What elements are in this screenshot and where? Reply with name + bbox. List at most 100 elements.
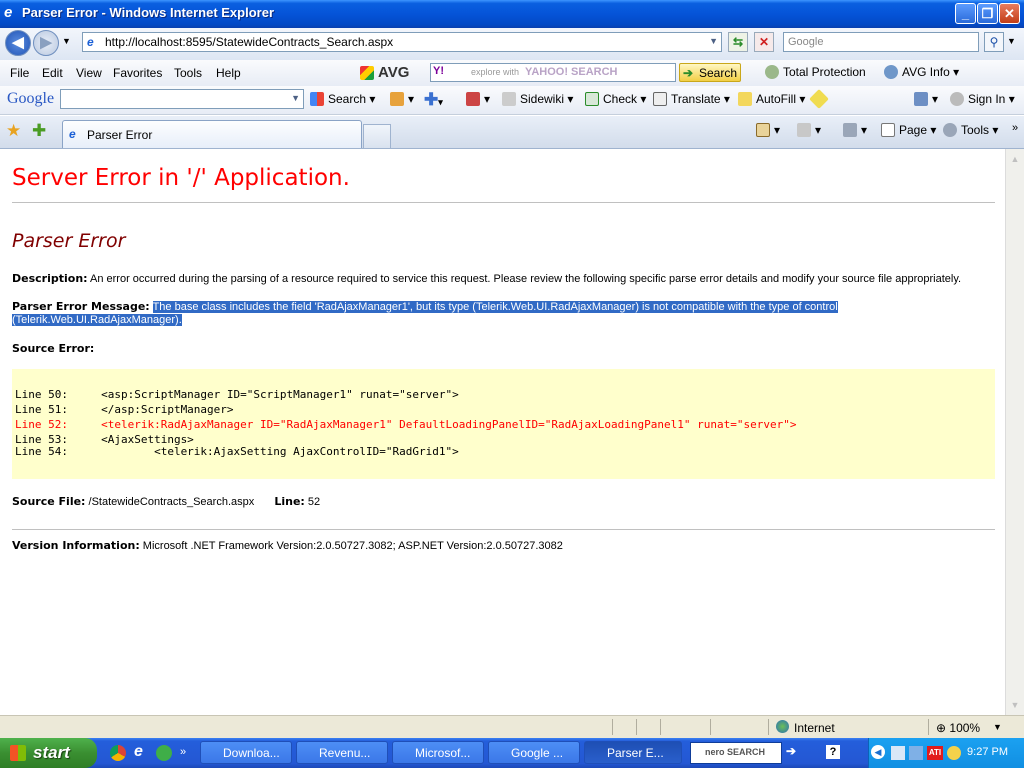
status-divider bbox=[660, 719, 661, 735]
avg-logo[interactable]: AVG bbox=[360, 64, 409, 81]
bookmark-icon[interactable]: ▾ bbox=[390, 92, 414, 106]
clock: 9:27 PM bbox=[967, 746, 1008, 758]
menu-favorites[interactable]: Favorites bbox=[113, 66, 162, 80]
nero-search-box[interactable]: nero SEARCH bbox=[690, 742, 782, 764]
sidewiki-icon bbox=[502, 92, 516, 106]
ati-icon[interactable]: ATI bbox=[927, 746, 943, 760]
avg-search-placeholder: explore with bbox=[471, 67, 520, 77]
tab-parser-error[interactable]: e Parser Error bbox=[62, 120, 362, 148]
page-content: Server Error in '/' Application. Parser … bbox=[0, 149, 1005, 715]
feeds-button[interactable]: ▾ bbox=[797, 123, 821, 137]
avg-search-box[interactable]: Y! explore with YAHOO! SEARCH bbox=[430, 63, 676, 82]
taskbar-button[interactable]: Revenu... bbox=[296, 741, 388, 764]
green-quicklaunch-icon[interactable] bbox=[156, 745, 172, 761]
google-search-dropdown-icon[interactable]: ▼ bbox=[291, 93, 300, 103]
plus-icon[interactable]: ✚▾ bbox=[424, 90, 443, 110]
ie-quicklaunch-icon[interactable]: e bbox=[134, 743, 143, 761]
vertical-scrollbar[interactable]: ▲ ▼ bbox=[1005, 149, 1024, 715]
source-file-label: Source File: bbox=[12, 495, 86, 508]
scroll-down-icon[interactable]: ▼ bbox=[1008, 698, 1022, 712]
google-search-input[interactable]: ▼ bbox=[60, 89, 304, 109]
refresh-button[interactable]: ⇆ bbox=[728, 32, 748, 52]
autofill-button[interactable]: AutoFill ▾ bbox=[738, 92, 805, 106]
translate-button[interactable]: Translate ▾ bbox=[653, 92, 730, 106]
avg-info-button[interactable]: AVG Info ▾ bbox=[884, 65, 959, 79]
start-button[interactable]: start bbox=[0, 738, 97, 768]
google-toolbar: Google ▼ Search ▾ ▾ ✚▾ ▾ Sidewiki ▾ Chec… bbox=[0, 86, 1024, 115]
maximize-button[interactable]: ❐ bbox=[977, 3, 998, 24]
status-divider bbox=[928, 719, 929, 735]
zoom-control[interactable]: ⊕ 100% bbox=[936, 721, 980, 735]
tray-app-icon[interactable] bbox=[909, 746, 923, 760]
search-options-icon[interactable]: ▼ bbox=[1007, 36, 1016, 46]
add-favorites-icon[interactable]: ✚ bbox=[32, 121, 46, 141]
google-g-icon bbox=[310, 92, 324, 106]
search-go-button[interactable]: ⚲ bbox=[984, 32, 1004, 52]
minimize-button[interactable]: _ bbox=[955, 3, 976, 24]
popup-blocker-icon[interactable]: ▾ bbox=[466, 92, 490, 106]
forward-button[interactable]: ▶ bbox=[33, 30, 59, 56]
menu-file[interactable]: File bbox=[10, 66, 29, 80]
code-line: Line 54: <telerik:AjaxSetting AjaxContro… bbox=[15, 445, 459, 458]
tray-app-icon[interactable] bbox=[891, 746, 905, 760]
description-label: Description: bbox=[12, 272, 88, 285]
taskbar-button-active[interactable]: Parser E... bbox=[584, 741, 682, 764]
source-file-row: Source File: /StatewideContracts_Search.… bbox=[12, 495, 320, 508]
error-message-text[interactable]: The base class includes the field 'RadAj… bbox=[152, 301, 838, 313]
highlighter-icon[interactable] bbox=[809, 89, 830, 109]
version-label: Version Information: bbox=[12, 539, 140, 552]
menu-tools[interactable]: Tools bbox=[174, 66, 202, 80]
address-bar[interactable]: e http://localhost:8595/StatewideContrac… bbox=[82, 32, 722, 52]
taskbar-button[interactable]: Microsof... bbox=[392, 741, 484, 764]
more-icon[interactable]: » bbox=[1012, 122, 1018, 134]
taskbar-button[interactable]: Downloa... bbox=[200, 741, 292, 764]
tray-expand-icon[interactable]: ◀ bbox=[871, 745, 885, 759]
star-icon bbox=[390, 92, 404, 106]
source-file-value: /StatewideContracts_Search.aspx bbox=[88, 496, 255, 508]
tools-menu[interactable]: Tools ▾ bbox=[943, 123, 998, 137]
menu-help[interactable]: Help bbox=[216, 66, 241, 80]
zoom-dropdown-icon[interactable]: ▼ bbox=[993, 722, 1002, 732]
google-search-button[interactable]: Search ▾ bbox=[310, 92, 375, 106]
chrome-quicklaunch-icon[interactable] bbox=[110, 745, 126, 761]
print-button[interactable]: ▾ bbox=[843, 123, 867, 137]
favorites-star-icon[interactable]: ★ bbox=[6, 121, 21, 141]
new-tab-button[interactable] bbox=[363, 124, 391, 148]
error-message-text-2[interactable]: (Telerik.Web.UI.RadAjaxManager). bbox=[12, 314, 182, 326]
tab-ie-icon: e bbox=[69, 127, 76, 141]
sign-in-button[interactable]: Sign In ▾ bbox=[950, 92, 1015, 106]
avg-search-icon: ➔ bbox=[683, 66, 694, 80]
translate-label: Translate bbox=[671, 92, 721, 106]
nero-go-icon[interactable]: ➔ bbox=[786, 744, 796, 758]
page-menu[interactable]: Page ▾ bbox=[881, 123, 936, 137]
zone-label: Internet bbox=[794, 721, 835, 735]
pen-icon bbox=[809, 89, 829, 109]
back-button[interactable]: ◀ bbox=[5, 30, 31, 56]
description-text: An error occurred during the parsing of … bbox=[90, 273, 962, 285]
address-dropdown-icon[interactable]: ▼ bbox=[709, 36, 718, 46]
help-icon[interactable]: ? bbox=[826, 745, 840, 759]
status-divider bbox=[612, 719, 613, 735]
scroll-up-icon[interactable]: ▲ bbox=[1008, 152, 1022, 166]
error-message-row: Parser Error Message: The base class inc… bbox=[12, 300, 838, 313]
page-icon bbox=[881, 123, 895, 137]
total-protection-button[interactable]: Total Protection bbox=[765, 65, 866, 79]
divider bbox=[12, 529, 995, 530]
stop-button[interactable]: ✕ bbox=[754, 32, 774, 52]
taskbar-button[interactable]: Google ... bbox=[488, 741, 580, 764]
spellcheck-button[interactable]: Check ▾ bbox=[585, 92, 646, 106]
menu-view[interactable]: View bbox=[76, 66, 102, 80]
menu-edit[interactable]: Edit bbox=[42, 66, 63, 80]
home-button[interactable]: ▾ bbox=[756, 123, 780, 137]
tray-app-icon[interactable] bbox=[947, 746, 961, 760]
more-quicklaunch-icon[interactable]: » bbox=[180, 746, 186, 758]
taskbar-button-label: Microsof... bbox=[415, 746, 471, 760]
wrench-icon[interactable]: ▾ bbox=[914, 92, 938, 106]
history-dropdown-icon[interactable]: ▼ bbox=[62, 36, 71, 46]
error-message-row-2: (Telerik.Web.UI.RadAjaxManager). bbox=[12, 314, 182, 326]
sidewiki-button[interactable]: Sidewiki ▾ bbox=[502, 92, 573, 106]
info-icon bbox=[884, 65, 898, 79]
close-button[interactable]: ✕ bbox=[999, 3, 1020, 24]
search-box[interactable]: Google bbox=[783, 32, 979, 52]
avg-search-button[interactable]: ➔ Search bbox=[679, 63, 741, 82]
